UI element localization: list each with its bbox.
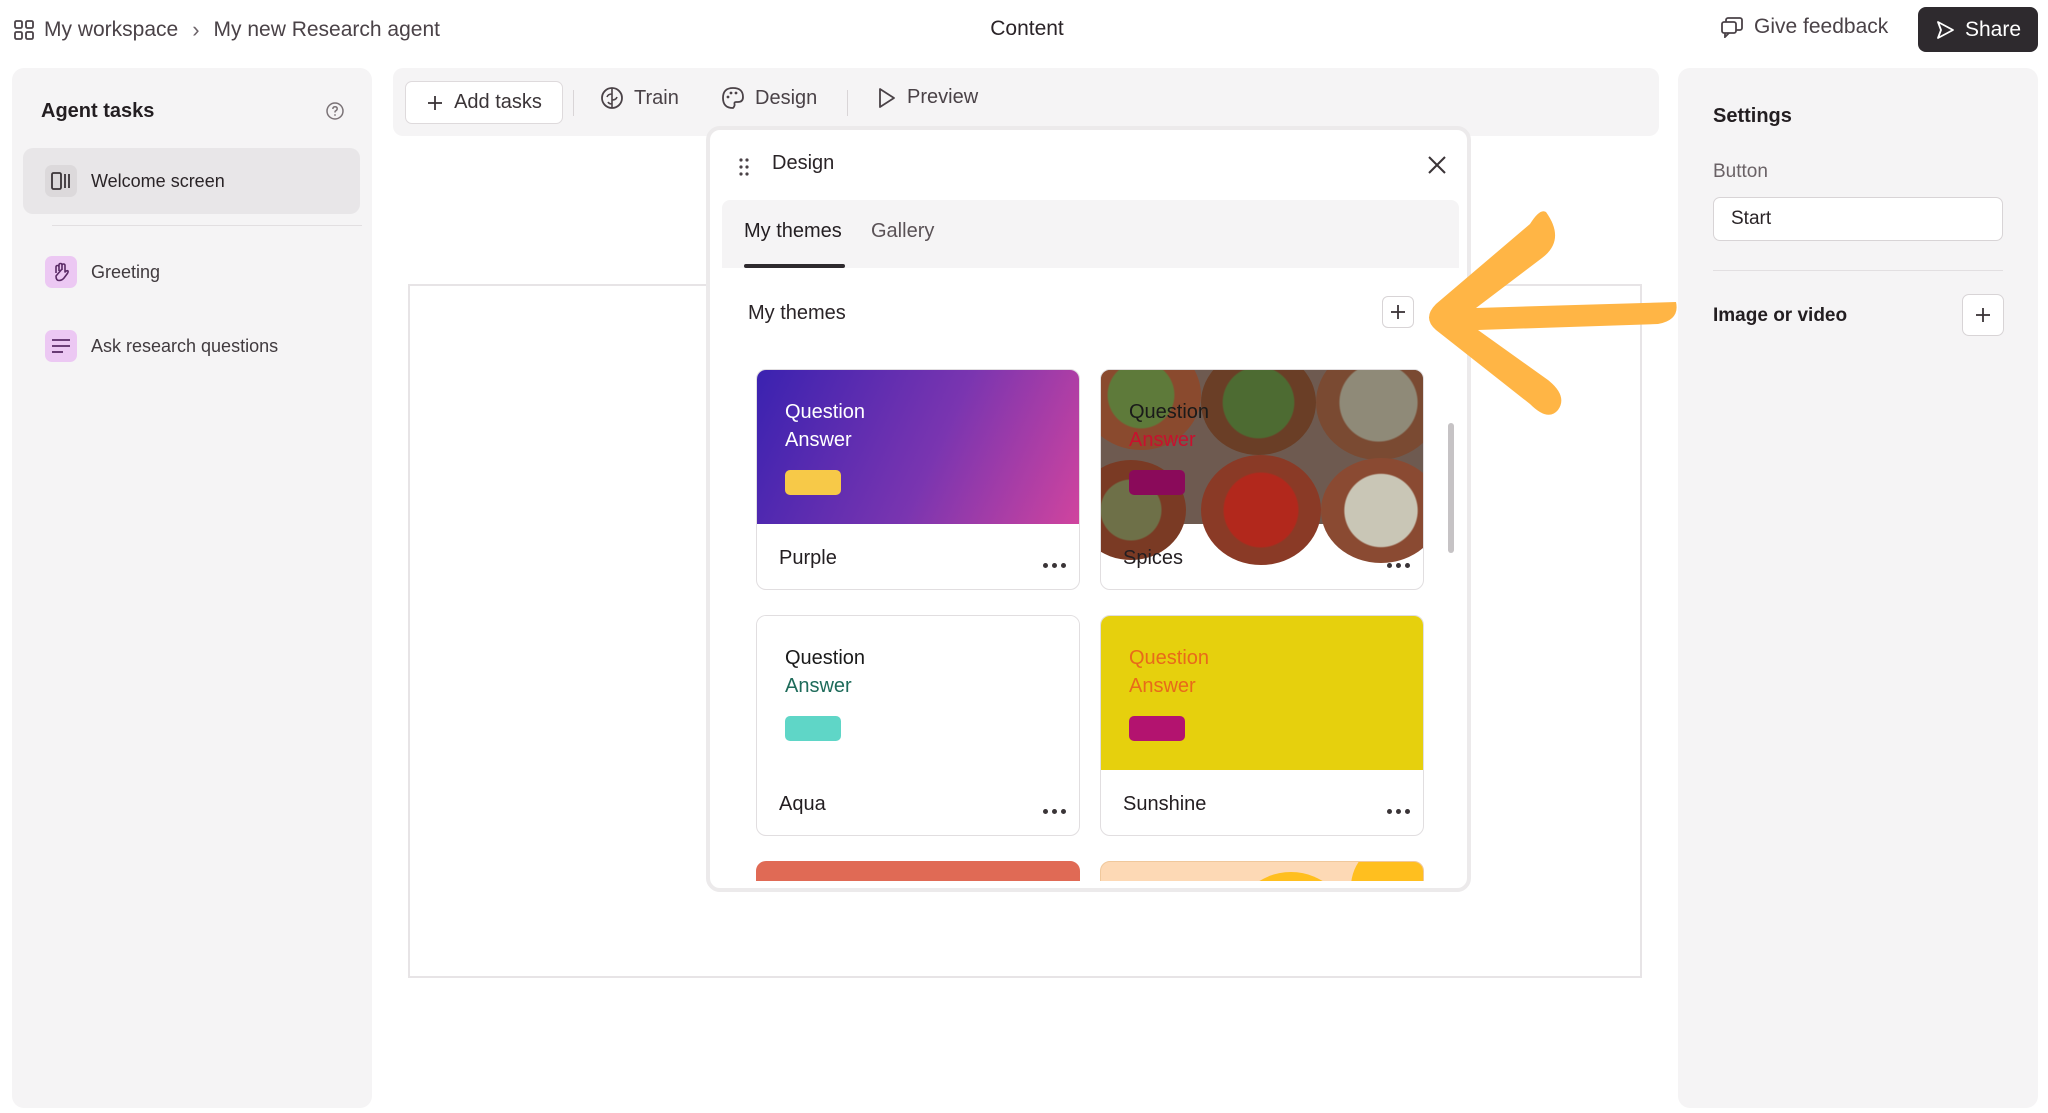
themes-grid: Question Answer Purple Question Answer S… — [722, 343, 1459, 881]
help-icon[interactable] — [325, 101, 345, 121]
theme-name: Spices — [1123, 547, 1184, 569]
theme-card[interactable] — [1100, 861, 1424, 881]
divider — [573, 90, 574, 116]
feedback-icon — [1720, 16, 1744, 38]
train-label: Train — [634, 86, 679, 109]
train-button[interactable]: Train — [600, 86, 679, 110]
settings-heading: Settings — [1713, 105, 1792, 127]
tab-gallery[interactable]: Gallery — [871, 220, 934, 243]
theme-question-text: Question — [785, 401, 866, 423]
divider — [1713, 270, 2003, 271]
palette-icon — [721, 86, 745, 110]
more-options-icon[interactable] — [1043, 809, 1066, 814]
add-tasks-button[interactable]: Add tasks — [405, 81, 563, 124]
divider — [847, 90, 848, 116]
tab-my-themes[interactable]: My themes — [744, 220, 842, 243]
theme-answer-text: Answer — [785, 675, 852, 697]
task-item-welcome-screen[interactable]: Welcome screen — [23, 148, 360, 214]
theme-name: Purple — [779, 547, 837, 569]
more-options-icon[interactable] — [1387, 809, 1410, 814]
theme-card-sunshine[interactable]: Question Answer Sunshine — [1100, 615, 1424, 836]
agent-tasks-panel: Agent tasks Welcome screen Greeting Ask … — [12, 68, 372, 1108]
top-bar: My workspace › My new Research agent Con… — [0, 0, 2048, 58]
theme-button-swatch — [785, 470, 841, 495]
button-field-label: Button — [1713, 161, 1768, 182]
task-label: Greeting — [91, 261, 161, 282]
task-label: Ask research questions — [91, 335, 279, 356]
theme-name: Aqua — [779, 793, 826, 815]
give-feedback-label: Give feedback — [1754, 15, 1889, 38]
task-label: Welcome screen — [91, 170, 225, 191]
add-image-button[interactable] — [1962, 294, 2004, 336]
popup-title: Design — [772, 152, 835, 174]
waving-hand-icon — [45, 256, 77, 288]
design-label: Design — [755, 86, 818, 109]
sun-shape — [1351, 862, 1423, 881]
brain-icon — [600, 86, 624, 110]
scrollbar[interactable] — [1448, 423, 1454, 553]
theme-button-swatch — [785, 716, 841, 741]
design-popup: Design My themes Gallery My themes Quest… — [706, 126, 1471, 892]
theme-card-aqua[interactable]: Question Answer Aqua — [756, 615, 1080, 836]
share-button[interactable]: Share — [1918, 7, 2038, 52]
give-feedback-button[interactable]: Give feedback — [1720, 15, 1888, 39]
theme-card-purple[interactable]: Question Answer Purple — [756, 369, 1080, 590]
button-text-input[interactable]: Start — [1713, 197, 2003, 241]
close-icon[interactable] — [1426, 154, 1448, 176]
welcome-screen-icon — [45, 165, 77, 197]
theme-question-text: Question — [785, 647, 866, 669]
theme-card[interactable] — [756, 861, 1080, 881]
theme-answer-text: Answer — [1129, 429, 1196, 451]
theme-name: Sunshine — [1123, 793, 1207, 815]
preview-button[interactable]: Preview — [875, 86, 978, 109]
theme-tabs: My themes Gallery — [722, 200, 1459, 268]
theme-button-swatch — [1129, 716, 1185, 741]
theme-card-spices[interactable]: Question Answer Spices — [1100, 369, 1424, 590]
active-tab-indicator — [744, 264, 845, 268]
design-button[interactable]: Design — [721, 86, 817, 110]
theme-button-swatch — [1129, 470, 1185, 495]
my-themes-heading: My themes — [748, 302, 846, 324]
image-or-video-label: Image or video — [1713, 305, 1848, 326]
arrow-annotation-icon — [1418, 200, 1678, 420]
theme-answer-text: Answer — [785, 429, 852, 451]
more-options-icon[interactable] — [1043, 563, 1066, 568]
share-label: Share — [1964, 17, 2022, 41]
drag-handle-icon[interactable] — [738, 157, 750, 177]
agent-tasks-heading: Agent tasks — [41, 100, 155, 122]
divider — [52, 225, 362, 226]
sun-shape — [1231, 872, 1351, 881]
send-icon — [1935, 20, 1955, 40]
plus-icon — [426, 94, 444, 112]
text-lines-icon — [45, 330, 77, 362]
task-item-greeting[interactable]: Greeting — [23, 239, 360, 305]
theme-answer-text: Answer — [1129, 675, 1196, 697]
settings-panel: Settings Button Start Image or video — [1678, 68, 2038, 1108]
more-options-icon[interactable] — [1387, 563, 1410, 568]
task-item-ask-research-questions[interactable]: Ask research questions — [23, 313, 360, 379]
plus-icon — [1974, 306, 1992, 324]
theme-question-text: Question — [1129, 647, 1210, 669]
preview-label: Preview — [907, 86, 979, 108]
add-tasks-label: Add tasks — [454, 91, 542, 113]
add-theme-button[interactable] — [1382, 296, 1414, 328]
plus-icon — [1390, 304, 1406, 320]
theme-question-text: Question — [1129, 401, 1210, 423]
play-icon — [875, 87, 897, 109]
